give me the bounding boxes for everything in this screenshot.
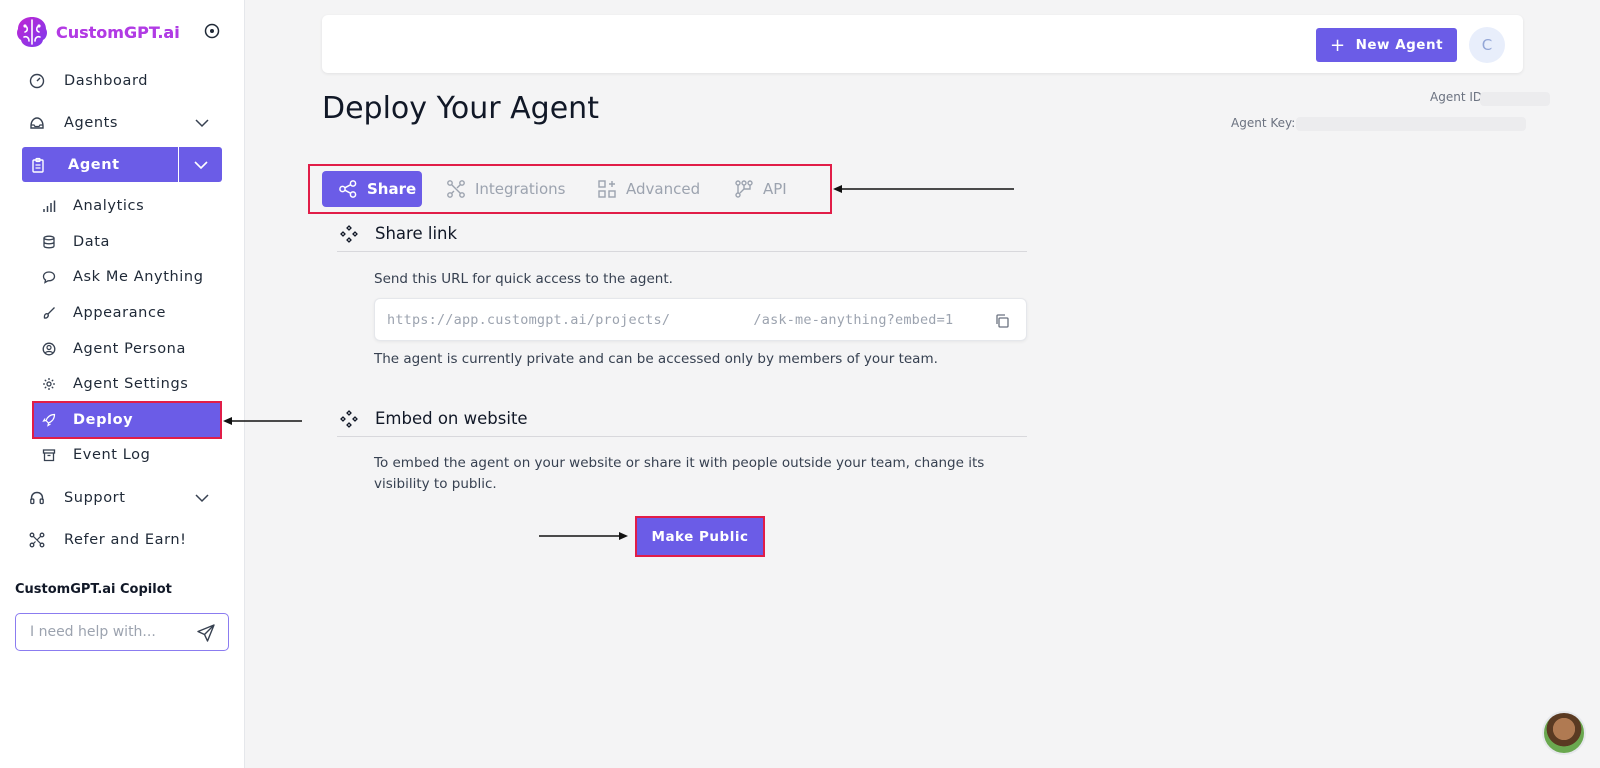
embed-description-line2: public. bbox=[451, 476, 497, 492]
rocket-icon bbox=[41, 412, 57, 428]
section-title: Embed on website bbox=[375, 409, 528, 428]
embed-section-header: Embed on website bbox=[337, 401, 1027, 437]
sidebar-item-appearance[interactable]: Appearance bbox=[34, 296, 220, 330]
page-title: Deploy Your Agent bbox=[322, 91, 599, 126]
sidebar-item-label: Data bbox=[73, 234, 111, 250]
agent-key-value-redacted bbox=[1296, 117, 1526, 131]
private-note: The agent is currently private and can b… bbox=[374, 351, 938, 367]
diamond-nodes-icon bbox=[339, 409, 359, 429]
headset-icon bbox=[28, 489, 46, 507]
sidebar-item-label: Agent bbox=[68, 156, 120, 173]
support-chat-avatar[interactable] bbox=[1542, 711, 1586, 755]
user-circle-icon bbox=[41, 341, 57, 357]
sidebar-item-agent-persona[interactable]: Agent Persona bbox=[34, 332, 220, 366]
sidebar-item-label: Ask Me Anything bbox=[73, 269, 204, 285]
agent-id-label: Agent ID bbox=[1430, 90, 1483, 104]
collapse-sidebar-icon[interactable] bbox=[203, 22, 221, 40]
chevron-down-icon[interactable] bbox=[194, 115, 210, 131]
section-title: Share link bbox=[375, 224, 458, 243]
dashboard-icon bbox=[28, 72, 46, 90]
api-icon bbox=[734, 179, 754, 199]
chevron-down-icon[interactable] bbox=[194, 490, 210, 506]
sidebar-item-label: Dashboard bbox=[64, 73, 149, 89]
agents-icon bbox=[28, 114, 46, 132]
sidebar-item-ask-me-anything[interactable]: Ask Me Anything bbox=[34, 260, 220, 294]
sidebar-item-label: Agents bbox=[64, 115, 119, 131]
tab-advanced[interactable]: Advanced bbox=[597, 171, 700, 207]
sidebar-item-label: Event Log bbox=[73, 447, 151, 463]
plus-icon: + bbox=[1329, 34, 1346, 56]
sidebar-item-label: Analytics bbox=[73, 198, 145, 214]
sidebar-item-agent-settings[interactable]: Agent Settings bbox=[34, 367, 220, 401]
copilot-input[interactable] bbox=[30, 624, 190, 640]
new-agent-label: New Agent bbox=[1355, 37, 1444, 53]
sidebar-item-agent[interactable]: Agent bbox=[22, 147, 222, 182]
annotation-arrow bbox=[833, 185, 1014, 193]
sidebar-item-support[interactable]: Support bbox=[22, 480, 222, 516]
top-bar: + New Agent C bbox=[322, 15, 1523, 73]
copy-icon[interactable] bbox=[994, 313, 1010, 329]
tab-label: API bbox=[763, 180, 787, 198]
sidebar-item-label: Appearance bbox=[73, 305, 167, 321]
send-icon[interactable] bbox=[196, 623, 216, 643]
sidebar-item-label: Agent Settings bbox=[73, 376, 189, 392]
database-icon bbox=[41, 234, 57, 250]
tab-label: Advanced bbox=[626, 180, 701, 198]
sidebar-item-dashboard[interactable]: Dashboard bbox=[22, 63, 222, 99]
agent-key-label: Agent Key: bbox=[1231, 116, 1296, 130]
diamond-nodes-icon bbox=[339, 224, 359, 244]
tab-label: Share bbox=[367, 180, 417, 198]
agent-id-value-redacted bbox=[1480, 92, 1550, 106]
sidebar: CustomGPT.ai Dashboard Agents Agent Anal… bbox=[0, 0, 245, 768]
share-url-input[interactable] bbox=[387, 311, 977, 328]
share-nodes-icon bbox=[28, 531, 46, 549]
clipboard-icon bbox=[30, 157, 46, 173]
embed-description: To embed the agent on your website or sh… bbox=[374, 453, 1034, 495]
sidebar-item-event-log[interactable]: Event Log bbox=[34, 438, 220, 472]
tab-api[interactable]: API bbox=[734, 171, 787, 207]
archive-icon bbox=[41, 447, 57, 463]
sidebar-item-deploy[interactable]: Deploy bbox=[32, 401, 222, 439]
agent-dropdown-toggle[interactable] bbox=[179, 147, 222, 182]
brand-name: CustomGPT.ai bbox=[56, 22, 180, 42]
sidebar-item-data[interactable]: Data bbox=[34, 225, 220, 259]
share-link-section-header: Share link bbox=[337, 216, 1027, 252]
sidebar-item-label: Deploy bbox=[73, 412, 134, 428]
agent-button[interactable]: Agent bbox=[22, 147, 178, 182]
make-public-button[interactable]: Make Public bbox=[635, 516, 765, 557]
tab-integrations[interactable]: Integrations bbox=[446, 171, 565, 207]
sidebar-item-refer-and-earn[interactable]: Refer and Earn! bbox=[22, 522, 222, 558]
chevron-down-icon bbox=[193, 160, 208, 169]
copilot-input-box bbox=[15, 613, 229, 651]
sidebar-item-analytics[interactable]: Analytics bbox=[34, 189, 220, 223]
sidebar-item-label: Support bbox=[64, 490, 126, 506]
bar-chart-icon bbox=[41, 198, 57, 214]
share-icon bbox=[338, 179, 358, 199]
brush-icon bbox=[41, 305, 57, 321]
sidebar-item-agents[interactable]: Agents bbox=[22, 105, 222, 141]
brain-logo-icon bbox=[17, 17, 47, 47]
copilot-title: CustomGPT.ai Copilot bbox=[15, 582, 172, 597]
tab-label: Integrations bbox=[475, 180, 566, 198]
gear-icon bbox=[41, 376, 57, 392]
widgets-icon bbox=[597, 179, 617, 199]
new-agent-button[interactable]: + New Agent bbox=[1316, 28, 1457, 62]
avatar[interactable]: C bbox=[1469, 27, 1505, 63]
annotation-arrow bbox=[539, 532, 628, 540]
chat-bubble-icon bbox=[41, 269, 57, 285]
tab-share[interactable]: Share bbox=[322, 171, 422, 207]
integrations-icon bbox=[446, 179, 466, 199]
annotation-arrow bbox=[223, 417, 302, 425]
logo[interactable]: CustomGPT.ai bbox=[14, 14, 229, 50]
sidebar-item-label: Refer and Earn! bbox=[64, 532, 187, 548]
sidebar-item-label: Agent Persona bbox=[73, 341, 186, 357]
share-url-field bbox=[374, 298, 1027, 341]
share-link-description: Send this URL for quick access to the ag… bbox=[374, 271, 673, 287]
